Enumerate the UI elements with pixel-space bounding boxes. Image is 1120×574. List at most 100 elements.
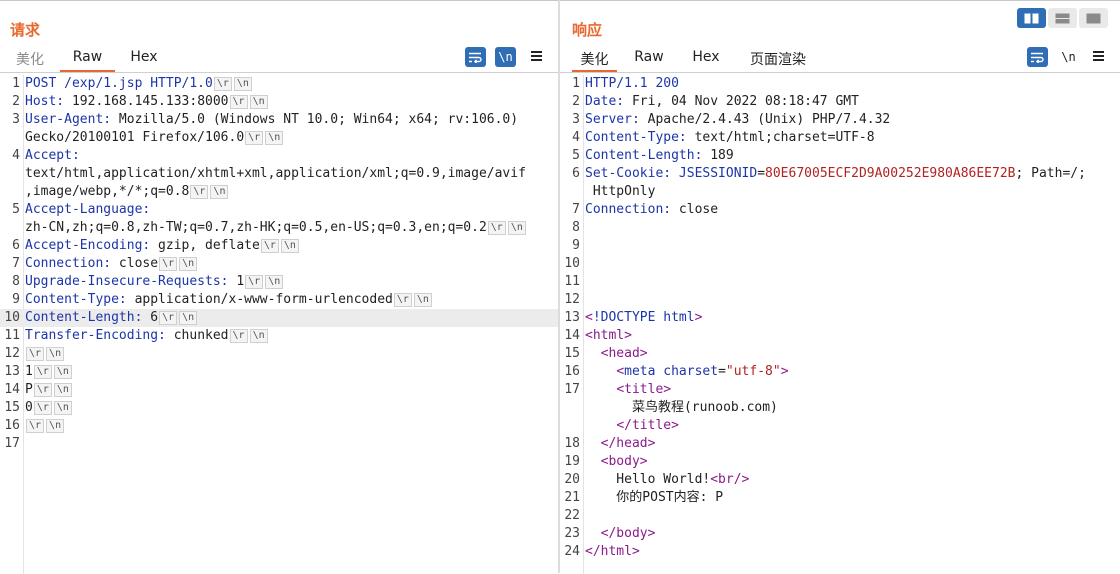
header-name: Content-Length:	[585, 148, 703, 163]
line-number: 7	[572, 202, 580, 217]
code-line: Gecko/20100101 Firefox/106.0 \r \n	[0, 129, 558, 147]
crlf-marker: \r	[487, 221, 506, 235]
cookie-value: 80E67005ECF2D9A00252E980A86EE72B	[765, 166, 1016, 181]
line-number: 19	[564, 454, 580, 469]
line-content: text/html,application/xhtml+xml,applicat…	[25, 165, 558, 183]
header-name: Content-Length:	[25, 310, 143, 325]
line-content: Content-Length: 6 \r \n	[25, 309, 558, 327]
line-number: 17	[564, 382, 580, 397]
html-tag: <br/>	[710, 472, 750, 487]
line-content: </title>	[585, 417, 1120, 435]
line-content: Accept-Encoding: gzip, deflate \r \n	[25, 237, 558, 255]
tabbed-layout-icon[interactable]	[1079, 8, 1108, 28]
html-string: "utf-8"	[725, 364, 781, 379]
code-line: 15 0 \r \n	[0, 399, 558, 417]
header-value: 0	[25, 400, 33, 415]
line-number: 1	[572, 76, 580, 91]
line-content: 菜鸟教程(runoob.com)	[585, 399, 1120, 417]
crlf-marker: \n	[413, 293, 432, 307]
html-attr: !DOCTYPE html	[592, 310, 695, 325]
header-name: Content-Type:	[25, 292, 127, 307]
code-line: 13 1 \r \n	[0, 363, 558, 381]
line-content: User-Agent: Mozilla/5.0 (Windows NT 10.0…	[25, 111, 558, 129]
response-editor[interactable]: 1 HTTP/1.1 200 2 Date: Fri, 04 Nov 2022 08:…	[560, 75, 1120, 574]
hamburger-menu-icon[interactable]	[1092, 48, 1106, 64]
line-content: \r \n	[25, 345, 558, 363]
wrap-lines-icon[interactable]	[1027, 47, 1048, 67]
line-number: 6	[572, 166, 580, 181]
newline-toggle-button[interactable]: \n	[495, 47, 516, 67]
line-number: 2	[572, 94, 580, 109]
code-line: 8	[560, 219, 1120, 237]
html-text	[585, 454, 601, 469]
html-text: =	[718, 364, 726, 379]
crlf-marker: \r	[33, 401, 52, 415]
wrap-lines-icon[interactable]	[465, 47, 486, 67]
code-line: 21 你的POST内容: P	[560, 489, 1120, 507]
line-number: 12	[4, 346, 20, 361]
line-number: 5	[572, 148, 580, 163]
line-number: 10	[4, 310, 20, 325]
header-name: Host:	[25, 94, 65, 109]
line-number: 18	[564, 436, 580, 451]
line-number: 15	[564, 346, 580, 361]
line-content: Accept:	[25, 147, 558, 165]
crlf-marker: \n	[249, 95, 268, 109]
header-name: Server:	[585, 112, 640, 127]
code-line: 4 Content-Type: text/html;charset=UTF-8	[560, 129, 1120, 147]
hamburger-menu-icon[interactable]	[530, 48, 544, 64]
crlf-marker: \n	[265, 131, 284, 145]
header-name: Accept-Encoding:	[25, 238, 151, 253]
side-by-side-layout-icon[interactable]	[1017, 8, 1046, 28]
line-number: 17	[4, 436, 20, 451]
html-text: Hello World!	[585, 472, 711, 487]
header-name: Connection:	[585, 202, 672, 217]
request-editor[interactable]: 1 POST /exp/1.jsp HTTP/1.0 \r \n 2 Host: 192.…	[0, 75, 558, 574]
response-title: 响应	[572, 21, 603, 39]
newline-toggle-button[interactable]: \n	[1058, 47, 1079, 67]
line-content: </head>	[585, 435, 1120, 453]
code-line: 24 </html>	[560, 543, 1120, 561]
header-value: text/html;charset=UTF-8	[686, 130, 875, 145]
line-content: 0 \r \n	[25, 399, 558, 417]
line-content: </body>	[585, 525, 1120, 543]
header-value: P	[25, 382, 33, 397]
crlf-marker: \r	[213, 77, 232, 91]
code-line: 16 \r \n	[0, 417, 558, 435]
tab-raw[interactable]: Raw	[60, 49, 115, 72]
html-tag: </html>	[585, 544, 640, 559]
code-line: 2 Date: Fri, 04 Nov 2022 08:18:47 GMT	[560, 93, 1120, 111]
header-value: Apache/2.4.43 (Unix) PHP/7.4.32	[639, 112, 891, 127]
code-line: 9	[560, 237, 1120, 255]
tab-raw[interactable]: Raw	[633, 49, 665, 72]
code-line: 19 <body>	[560, 453, 1120, 471]
code-line: 11 Transfer-Encoding: chunked \r \n	[0, 327, 558, 345]
line-content: Upgrade-Insecure-Requests: 1 \r \n	[25, 273, 558, 291]
tab-pretty[interactable]: 美化	[14, 49, 46, 72]
code-line: 7 Connection: close	[560, 201, 1120, 219]
cookie-attrs: ; Path=/;	[1015, 166, 1086, 181]
tab-hex[interactable]: Hex	[690, 49, 722, 72]
line-content: \r \n	[25, 417, 558, 435]
tab-pretty[interactable]: 美化	[572, 49, 617, 72]
code-line: 17 <title>	[560, 381, 1120, 399]
tab-hex[interactable]: Hex	[128, 49, 160, 72]
cookie-attrs-cont: HttpOnly	[585, 184, 656, 199]
stacked-layout-icon[interactable]	[1048, 8, 1077, 28]
line-content: POST /exp/1.jsp HTTP/1.0 \r \n	[25, 75, 558, 93]
line-content: Set-Cookie: JSESSIONID=80E67005ECF2D9A00…	[585, 165, 1120, 183]
line-number: 9	[12, 292, 20, 307]
line-content: HttpOnly	[585, 183, 1120, 201]
header-name: User-Agent:	[25, 112, 112, 127]
code-line: 8 Upgrade-Insecure-Requests: 1 \r \n	[0, 273, 558, 291]
header-value: Mozilla/5.0 (Windows NT 10.0; Win64; x64…	[111, 112, 519, 127]
tab-render[interactable]: 页面渲染	[748, 49, 808, 72]
code-line: 2 Host: 192.168.145.133:8000 \r \n	[0, 93, 558, 111]
html-attr: meta charset	[624, 364, 719, 379]
code-line: 5 Content-Length: 189	[560, 147, 1120, 165]
code-line: 7 Connection: close \r \n	[0, 255, 558, 273]
html-tag: </head>	[600, 436, 656, 451]
line-number: 21	[564, 490, 580, 505]
crlf-marker: \n	[179, 311, 198, 325]
request-pane: 请求 美化 Raw Hex \n 1 POST /exp/1.jsp HTTP/1…	[0, 0, 558, 574]
